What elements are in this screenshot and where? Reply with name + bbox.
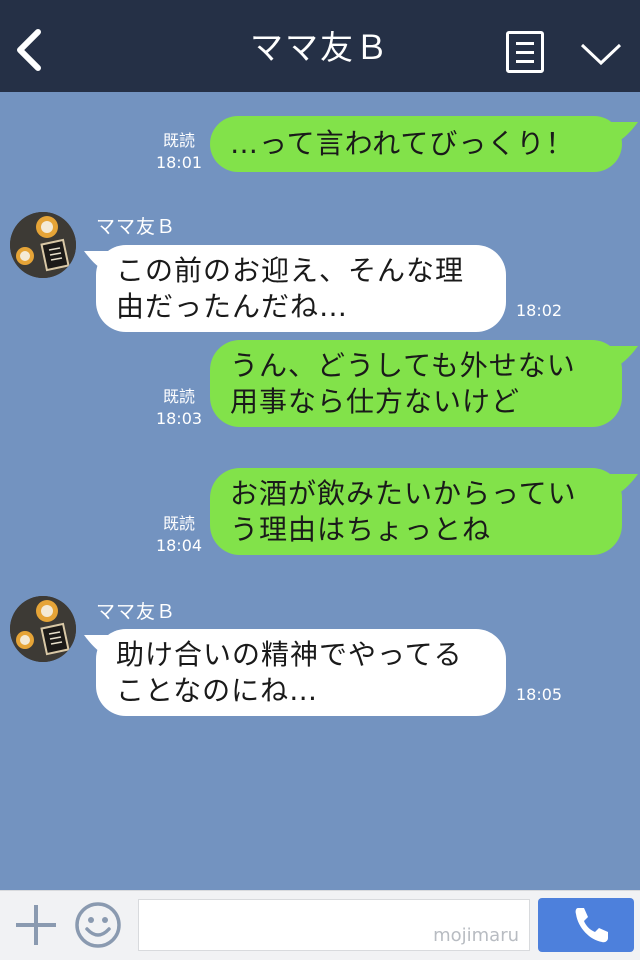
message-text: …って言われてびっくり！ bbox=[230, 127, 575, 160]
sent-message-bubble[interactable]: お酒が飲みたいからってい う理由はちょっとね bbox=[210, 468, 638, 555]
watermark-text: mojimaru bbox=[433, 925, 519, 946]
read-label: 既読 bbox=[162, 514, 195, 533]
message-line: 用事なら仕方ないけど bbox=[230, 385, 521, 418]
message-text: 助け合いの精神でやってる ことなのにね… bbox=[116, 637, 463, 709]
message-line: うん、どうしても外せない bbox=[230, 349, 576, 382]
message-input[interactable]: mojimaru bbox=[138, 899, 530, 951]
message-time: 18:04 bbox=[155, 536, 203, 555]
input-bar: mojimaru bbox=[0, 890, 640, 960]
message-line: 助け合いの精神でやってる bbox=[116, 638, 463, 671]
bubble-tail bbox=[610, 346, 638, 370]
bubble-tail bbox=[610, 474, 638, 498]
add-button[interactable] bbox=[14, 903, 58, 947]
sender-name: ママ友Ｂ bbox=[96, 601, 177, 623]
note-button[interactable] bbox=[506, 31, 544, 73]
avatar[interactable] bbox=[10, 212, 76, 278]
read-status: 既読 18:03 bbox=[144, 386, 214, 430]
message-line: う理由はちょっとね bbox=[230, 513, 492, 546]
message-time: 18:01 bbox=[155, 153, 203, 172]
avatar-image bbox=[10, 212, 76, 278]
bubble-tail bbox=[84, 251, 112, 275]
message-time: 18:05 bbox=[516, 685, 563, 704]
message-text: お酒が飲みたいからってい う理由はちょっとね bbox=[230, 476, 577, 548]
received-message-bubble[interactable]: 助け合いの精神でやってる ことなのにね… bbox=[84, 629, 506, 716]
avatar-image bbox=[10, 596, 76, 662]
message-text: うん、どうしても外せない 用事なら仕方ないけど bbox=[230, 348, 576, 420]
bubble-tail bbox=[610, 122, 638, 146]
sent-message-bubble[interactable]: …って言われてびっくり！ bbox=[210, 116, 638, 172]
smiley-icon bbox=[75, 902, 121, 948]
plus-icon bbox=[16, 905, 56, 945]
call-button[interactable] bbox=[538, 898, 634, 952]
chat-title: ママ友Ｂ bbox=[250, 28, 390, 67]
more-button[interactable] bbox=[578, 40, 624, 68]
message-line: ことなのにね… bbox=[116, 674, 319, 707]
message-time: 18:03 bbox=[155, 409, 203, 428]
message-line: お酒が飲みたいからってい bbox=[230, 477, 577, 510]
chevron-down-icon bbox=[580, 43, 622, 66]
read-status: 既読 18:04 bbox=[144, 513, 214, 557]
chat-header: ママ友Ｂ bbox=[0, 0, 640, 92]
read-label: 既読 bbox=[162, 387, 195, 406]
sender-name: ママ友Ｂ bbox=[96, 216, 177, 238]
message-line: 由だったんだね… bbox=[116, 290, 349, 323]
message-time: 18:02 bbox=[516, 301, 563, 320]
received-message-bubble[interactable]: この前のお迎え、そんな理 由だったんだね… bbox=[84, 245, 506, 332]
read-label: 既読 bbox=[162, 131, 195, 150]
message-line: この前のお迎え、そんな理 bbox=[116, 254, 465, 287]
phone-icon bbox=[575, 908, 608, 943]
emoji-button[interactable] bbox=[74, 901, 122, 949]
message-text: この前のお迎え、そんな理 由だったんだね… bbox=[116, 253, 464, 325]
message-list[interactable]: 既読 18:01 …って言われてびっくり！ ママ友Ｂ この前のお迎え、そんな理 … bbox=[0, 92, 640, 890]
bubble-tail bbox=[84, 635, 112, 659]
read-status: 既読 18:01 bbox=[144, 130, 214, 174]
avatar[interactable] bbox=[10, 596, 76, 662]
sent-message-bubble[interactable]: うん、どうしても外せない 用事なら仕方ないけど bbox=[210, 340, 638, 427]
